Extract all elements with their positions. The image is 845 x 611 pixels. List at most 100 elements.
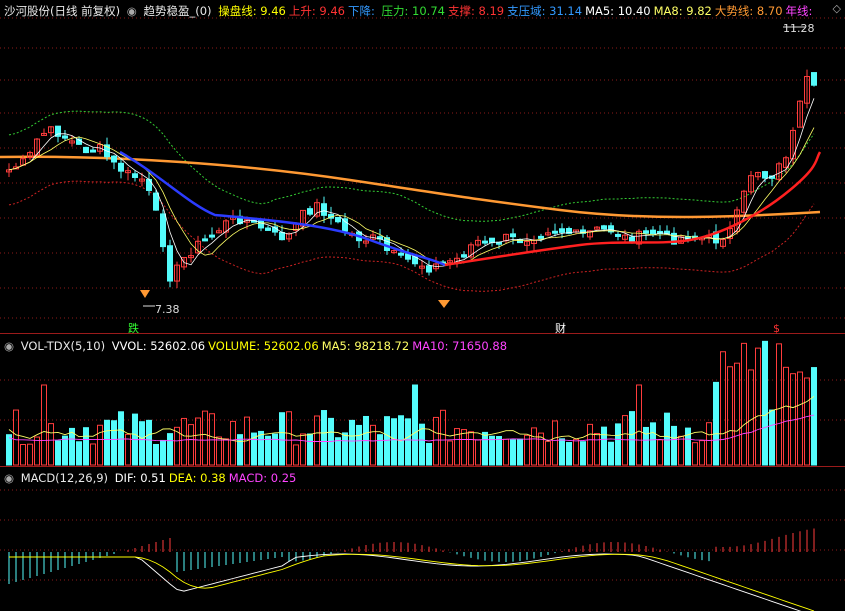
candle-body xyxy=(111,155,117,163)
macd-values: DIF: 0.51 DEA: 0.38 MACD: 0.25 xyxy=(115,471,300,485)
volume-bar xyxy=(321,410,327,466)
panel-divider xyxy=(0,466,845,467)
volume-bar xyxy=(580,441,586,466)
signal-icon xyxy=(438,300,450,308)
main-value-1: 上升: 9.46 xyxy=(288,4,345,18)
candle-body xyxy=(209,234,215,238)
volume-bar xyxy=(755,347,761,466)
volume-bar xyxy=(188,424,194,466)
volume-bar xyxy=(734,362,740,466)
indicator-name[interactable]: 趋势稳盈_(0) xyxy=(144,4,212,18)
candle-body xyxy=(650,229,656,235)
fall-marker[interactable]: 跌 xyxy=(128,322,139,335)
volume-bar xyxy=(258,430,264,466)
volume-bar xyxy=(181,417,187,466)
volume-header: ◉ VOL-TDX(5,10) VVOL: 52602.06 VOLUME: 52… xyxy=(4,337,513,355)
dropdown-icon[interactable]: ◉ xyxy=(4,471,14,485)
volume-bar xyxy=(412,384,418,466)
volume-bar xyxy=(391,418,397,466)
candle-body xyxy=(643,230,649,234)
macd-indicator-name[interactable]: MACD(12,26,9) xyxy=(21,471,108,485)
volume-bar xyxy=(90,443,96,466)
volume-bar xyxy=(223,438,229,466)
main-value-4: 支撑: 8.19 xyxy=(447,4,505,18)
volume-bar xyxy=(482,431,488,466)
volume-bar xyxy=(300,433,306,466)
candle-body xyxy=(279,231,285,241)
volume-bar xyxy=(104,419,110,466)
candle-body xyxy=(307,208,313,215)
macd-value-2: MACD: 0.25 xyxy=(228,471,297,485)
volume-bar xyxy=(335,437,341,466)
volume-bar xyxy=(552,420,558,466)
stock-chart-window[interactable]: 沙河股份(日线 前复权) ◉ 趋势稳盈_(0) 操盘线: 9.46 上升: 9.4… xyxy=(0,0,845,611)
candle-body xyxy=(615,233,621,237)
ma8-line xyxy=(8,127,815,265)
volume-bar xyxy=(503,438,509,466)
main-value-5: 支压域: 31.14 xyxy=(507,4,583,18)
signal-icon xyxy=(140,290,150,298)
ma5-line xyxy=(8,98,815,267)
candle-body xyxy=(335,217,341,223)
volume-bar xyxy=(741,342,747,466)
volume-bar xyxy=(601,426,607,466)
candle-body xyxy=(321,203,327,216)
up-trend-line xyxy=(444,151,822,267)
volume-bar xyxy=(111,420,117,466)
volume-bar xyxy=(272,433,278,466)
dropdown-icon[interactable]: ◉ xyxy=(127,4,137,18)
volume-bar xyxy=(27,443,33,466)
volume-bar xyxy=(440,409,446,466)
candle-body xyxy=(398,252,404,256)
volume-bar xyxy=(293,444,299,466)
volume-bar xyxy=(468,431,474,466)
high-price-label: 11.28 xyxy=(783,22,815,35)
volume-bar xyxy=(573,438,579,466)
vol-value-1: VOLUME: 52602.06 xyxy=(208,339,319,353)
volume-bar xyxy=(559,438,565,466)
candle-body xyxy=(258,220,264,229)
candle-body xyxy=(538,235,544,239)
volume-bar xyxy=(692,442,698,466)
candle-body xyxy=(601,225,607,230)
finance-marker[interactable]: 财 xyxy=(555,322,566,335)
collapse-icon[interactable]: ◇ xyxy=(833,2,841,15)
panel-divider xyxy=(0,333,845,334)
macd-value-0: DIF: 0.51 xyxy=(114,471,166,485)
candle-body xyxy=(811,72,817,86)
macd-value-1: DEA: 0.38 xyxy=(168,471,226,485)
volume-indicator-name[interactable]: VOL-TDX(5,10) xyxy=(21,339,105,353)
volume-bar xyxy=(713,381,719,466)
volume-bar xyxy=(629,411,635,466)
volume-bar xyxy=(356,424,362,466)
candle-body xyxy=(426,265,432,273)
volume-bar xyxy=(678,435,684,466)
stock-title[interactable]: 沙河股份(日线 前复权) xyxy=(4,4,120,18)
volume-bar xyxy=(706,422,712,466)
volume-values: VVOL: 52602.06 VOLUME: 52602.06 MA5: 98218… xyxy=(112,339,510,353)
volume-bar xyxy=(587,423,593,466)
candle-body xyxy=(132,173,138,178)
kline-chart[interactable] xyxy=(0,0,845,611)
special-marker[interactable]: $ xyxy=(773,322,780,335)
dropdown-icon[interactable]: ◉ xyxy=(4,339,14,353)
candle-body xyxy=(62,135,68,139)
volume-bar xyxy=(517,438,523,466)
volume-bar xyxy=(62,435,68,466)
volume-bar xyxy=(167,433,173,466)
volume-ma10 xyxy=(8,414,815,442)
volume-bar xyxy=(118,411,124,466)
volume-bar xyxy=(377,434,383,466)
volume-bar xyxy=(153,443,159,466)
volume-bar xyxy=(384,416,390,466)
candle-body xyxy=(83,146,89,154)
volume-bar xyxy=(699,440,705,466)
volume-bar xyxy=(230,420,236,466)
volume-bar xyxy=(419,423,425,466)
main-value-9: 年线: xyxy=(785,4,813,18)
main-value-3: 压力: 10.74 xyxy=(381,4,445,18)
volume-bar xyxy=(34,436,40,466)
candle-body xyxy=(118,162,124,172)
volume-bar xyxy=(202,410,208,466)
candle-body xyxy=(167,245,173,282)
